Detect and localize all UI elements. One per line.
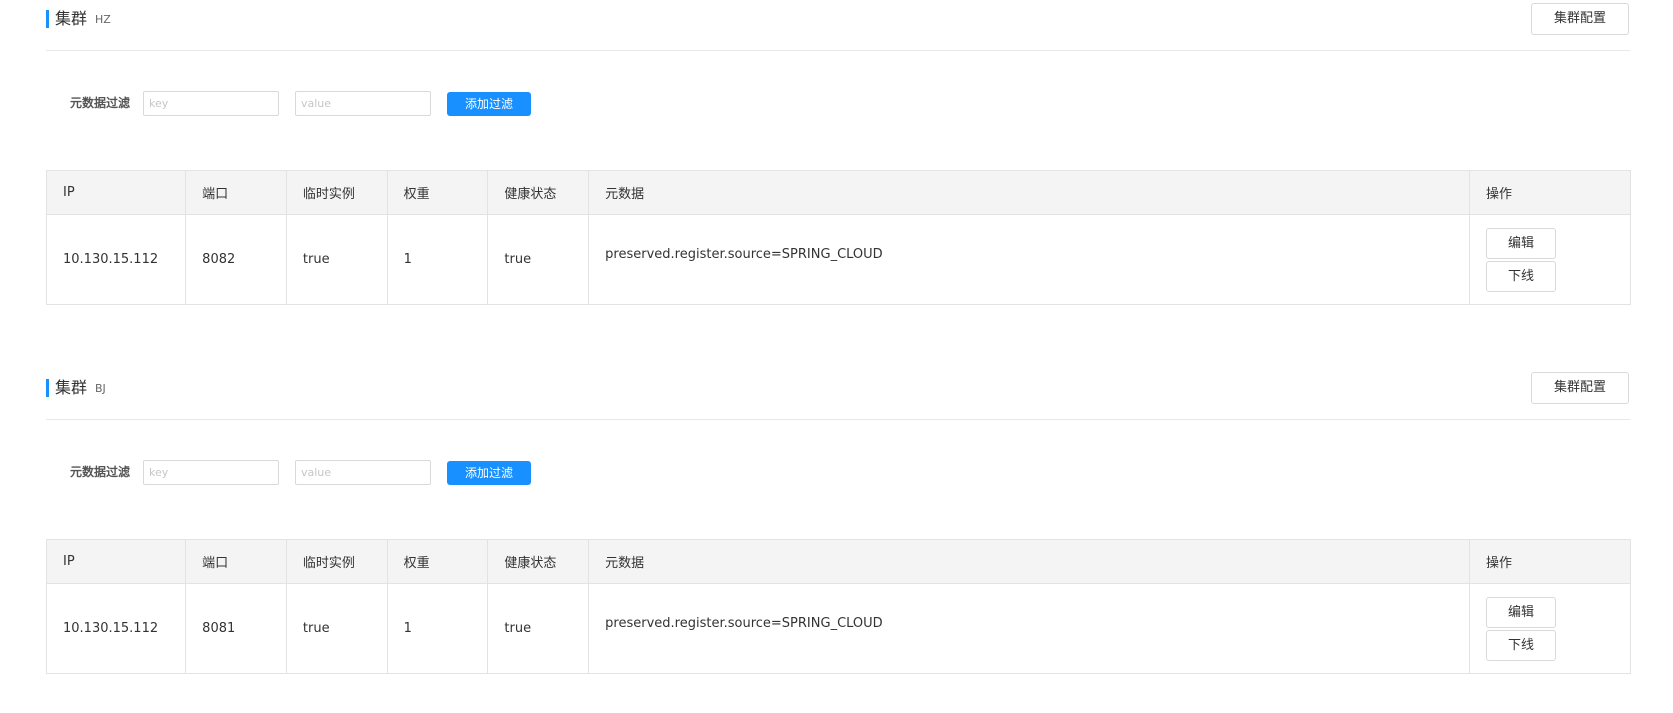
edit-button[interactable]: 编辑 [1485,227,1556,259]
col-header-metadata: 元数据 [588,539,1470,584]
cluster-config-button[interactable]: 集群配置 [1531,372,1629,404]
table-row: 10.130.15.112 8081 true 1 true preserved… [45,583,1632,674]
filter-value-input[interactable] [295,91,431,116]
cluster-title: 集群 [55,9,88,28]
col-header-ephemeral: 临时实例 [285,170,388,215]
filter-value-input[interactable] [295,460,431,485]
filter-key-input[interactable] [143,460,279,485]
cell-ip: 10.130.15.112 [45,214,187,305]
col-header-port: 端口 [185,170,287,215]
col-header-ephemeral: 临时实例 [285,539,388,584]
cell-healthy: true [487,583,590,674]
col-header-actions: 操作 [1468,539,1632,584]
cell-metadata: preserved.register.source=SPRING_CLOUD [588,583,1470,674]
cell-actions: 编辑 下线 [1468,583,1632,674]
cell-ephemeral: true [285,583,388,674]
cell-port: 8082 [185,214,287,305]
cell-healthy: true [487,214,590,305]
cluster-header: 集群 BJ 集群配置 [46,369,1630,420]
col-header-health: 健康状态 [487,170,590,215]
col-header-health: 健康状态 [487,539,590,584]
metadata-filter-label: 元数据过滤 [70,465,131,479]
cell-actions: 编辑 下线 [1468,214,1632,305]
col-header-weight: 权重 [386,539,489,584]
table-row: 10.130.15.112 8082 true 1 true preserved… [45,214,1632,305]
offline-button[interactable]: 下线 [1485,629,1556,661]
cell-ephemeral: true [285,214,388,305]
filter-key-input[interactable] [143,91,279,116]
cluster-header: 集群 HZ 集群配置 [46,0,1630,51]
cluster-config-button[interactable]: 集群配置 [1531,3,1629,35]
instance-table: IP 端口 临时实例 权重 健康状态 元数据 操作 10.130.15.112 … [45,539,1632,674]
offline-button[interactable]: 下线 [1485,260,1556,292]
edit-button[interactable]: 编辑 [1485,596,1556,628]
cell-weight: 1 [386,214,489,305]
add-filter-button[interactable]: 添加过滤 [447,461,531,485]
col-header-ip: IP [45,539,187,584]
metadata-filter-label: 元数据过滤 [70,96,131,110]
instance-table: IP 端口 临时实例 权重 健康状态 元数据 操作 10.130.15.112 … [45,170,1632,305]
col-header-ip: IP [45,170,187,215]
cell-ip: 10.130.15.112 [45,583,187,674]
cell-metadata: preserved.register.source=SPRING_CLOUD [588,214,1470,305]
col-header-metadata: 元数据 [588,170,1470,215]
cluster-title: 集群 [55,378,88,397]
col-header-port: 端口 [185,539,287,584]
cluster-name: HZ [95,13,111,26]
cell-port: 8081 [185,583,287,674]
col-header-weight: 权重 [386,170,489,215]
title-accent-bar [46,379,49,397]
cell-weight: 1 [386,583,489,674]
col-header-actions: 操作 [1468,170,1632,215]
table-header-row: IP 端口 临时实例 权重 健康状态 元数据 操作 [45,539,1632,584]
title-accent-bar [46,10,49,28]
cluster-name: BJ [95,382,106,395]
table-header-row: IP 端口 临时实例 权重 健康状态 元数据 操作 [45,170,1632,215]
add-filter-button[interactable]: 添加过滤 [447,92,531,116]
